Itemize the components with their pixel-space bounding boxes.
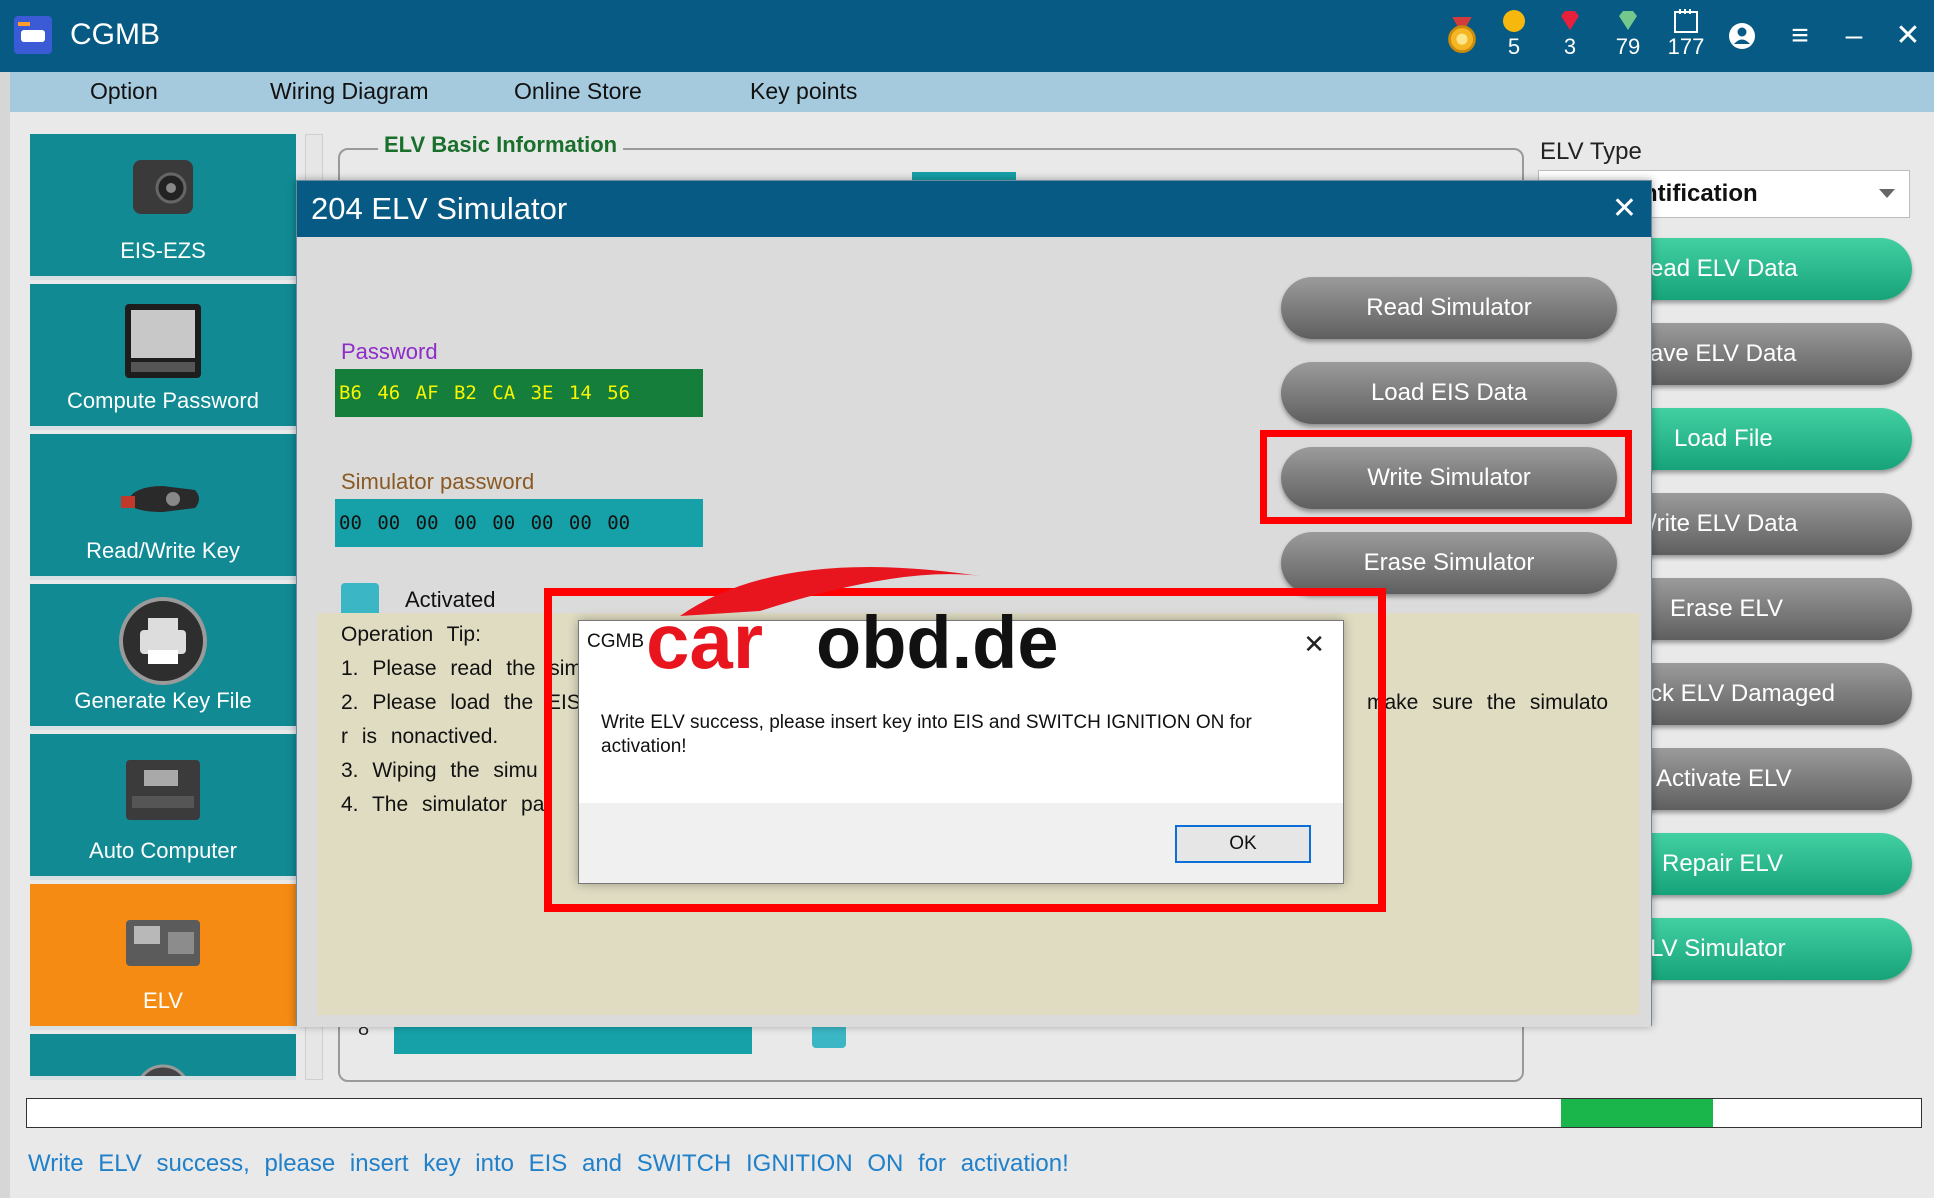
red-gem-count: 3 — [1563, 34, 1577, 59]
load-eis-data-button[interactable]: Load EIS Data — [1281, 362, 1617, 424]
ok-button[interactable]: OK — [1175, 825, 1311, 863]
sidebar-item-label: ELV — [143, 988, 183, 1013]
sidebar-item-label: Compute Password — [67, 388, 259, 413]
green-gem-count: 79 — [1615, 34, 1641, 59]
gold-coin-stat[interactable]: 5 — [1492, 8, 1536, 64]
medal-icon — [1448, 17, 1476, 53]
activated-label: Activated — [405, 587, 496, 612]
ecu-icon — [126, 760, 200, 820]
message-text: Write ELV success, please insert key int… — [601, 712, 1252, 757]
sidebar-item-label: Generate Key File — [74, 688, 252, 713]
sidebar-item-eis-ezs[interactable]: EIS-EZS — [30, 134, 296, 280]
elv-info-title: ELV Basic Information — [378, 132, 624, 158]
sidebar-item-more[interactable] — [30, 1034, 296, 1080]
watermark-text-black: obd.de — [816, 601, 1059, 684]
tip-line: r is nonactived. — [341, 725, 499, 748]
status-message: Write ELV success, please insert key int… — [28, 1150, 1069, 1177]
car-key-icon — [121, 486, 199, 512]
gold-coin-count: 5 — [1507, 34, 1521, 59]
sidebar-item-label: Auto Computer — [89, 838, 237, 863]
simulator-password-field[interactable]: 00 00 00 00 00 00 00 00 — [335, 499, 703, 547]
tip-line: 4. The simulator pa — [341, 793, 545, 816]
close-icon[interactable]: ✕ — [1303, 629, 1325, 660]
chevron-down-icon — [1879, 189, 1895, 198]
gold-coin-icon — [1503, 10, 1525, 32]
tip-line: 3. Wiping the simu — [341, 759, 538, 782]
sidebar-item-auto-computer[interactable]: Auto Computer — [30, 734, 296, 880]
carobd-watermark: car obd.de — [646, 567, 1059, 685]
printer-icon — [119, 597, 207, 685]
calendar-icon — [1674, 9, 1698, 33]
app-logo-icon — [14, 16, 52, 54]
sidebar-item-generate-key-file[interactable]: Generate Key File — [30, 584, 296, 730]
message-footer: OK — [579, 803, 1343, 883]
progress-fill — [1561, 1099, 1713, 1127]
calendar-stat[interactable]: 177 — [1664, 8, 1708, 64]
red-gem-stat[interactable]: 3 — [1548, 8, 1592, 64]
minimize-button[interactable]: – — [1834, 16, 1874, 56]
sidebar-item-read-write-key[interactable]: Read/Write Key — [30, 434, 296, 580]
menu-icon[interactable]: ≡ — [1780, 16, 1820, 56]
sidebar-item-label: EIS-EZS — [120, 238, 206, 263]
progress-bar — [26, 1098, 1922, 1128]
menu-option[interactable]: Option — [90, 78, 158, 105]
green-gem-stat[interactable]: 79 — [1606, 8, 1650, 64]
tip-heading: Operation Tip: — [341, 623, 481, 646]
app-title: CGMB — [70, 18, 160, 51]
calendar-count: 177 — [1667, 34, 1705, 59]
simulator-title-text: 204 ELV Simulator — [311, 191, 568, 226]
message-dialog-title: CGMB — [587, 631, 644, 652]
menu-online-store[interactable]: Online Store — [514, 78, 642, 105]
simulator-dialog-title: 204 ELV Simulator ✕ — [297, 181, 1651, 237]
menu-wiring-diagram[interactable]: Wiring Diagram — [270, 78, 428, 105]
gauge-icon — [140, 1064, 186, 1076]
close-window-button[interactable]: ✕ — [1888, 16, 1928, 56]
simulator-password-label: Simulator password — [341, 469, 535, 494]
title-bar: CGMB 5 3 79 177 ≡ – ✕ — [0, 0, 1934, 72]
menu-bar: Option Wiring Diagram Online Store Key p… — [10, 72, 1934, 112]
highlight-write-simulator — [1260, 430, 1632, 524]
tip-line-continuation: make sure the simulato — [1367, 691, 1609, 714]
medal-stat[interactable] — [1440, 8, 1484, 64]
user-icon[interactable] — [1722, 16, 1762, 56]
sidebar-item-compute-password[interactable]: Compute Password — [30, 284, 296, 430]
chip-icon — [125, 304, 201, 378]
sidebar-item-elv[interactable]: ELV — [30, 884, 296, 1030]
elv-type-label: ELV Type — [1540, 138, 1642, 165]
green-gem-icon — [1619, 11, 1637, 30]
activated-checkbox[interactable] — [341, 583, 379, 617]
password-field[interactable]: B6 46 AF B2 CA 3E 14 56 — [335, 369, 703, 417]
close-icon[interactable]: ✕ — [1612, 181, 1637, 237]
sidebar-item-label: Read/Write Key — [86, 538, 240, 563]
password-label: Password — [341, 339, 438, 364]
eis-module-icon — [133, 160, 193, 214]
elv-module-icon — [126, 920, 200, 966]
watermark-text-red: car — [646, 597, 763, 685]
erase-simulator-button[interactable]: Erase Simulator — [1281, 532, 1617, 594]
read-simulator-button[interactable]: Read Simulator — [1281, 277, 1617, 339]
elv-type-value: ntification — [1643, 180, 1758, 207]
red-gem-icon — [1561, 11, 1579, 30]
menu-key-points[interactable]: Key points — [750, 78, 857, 105]
